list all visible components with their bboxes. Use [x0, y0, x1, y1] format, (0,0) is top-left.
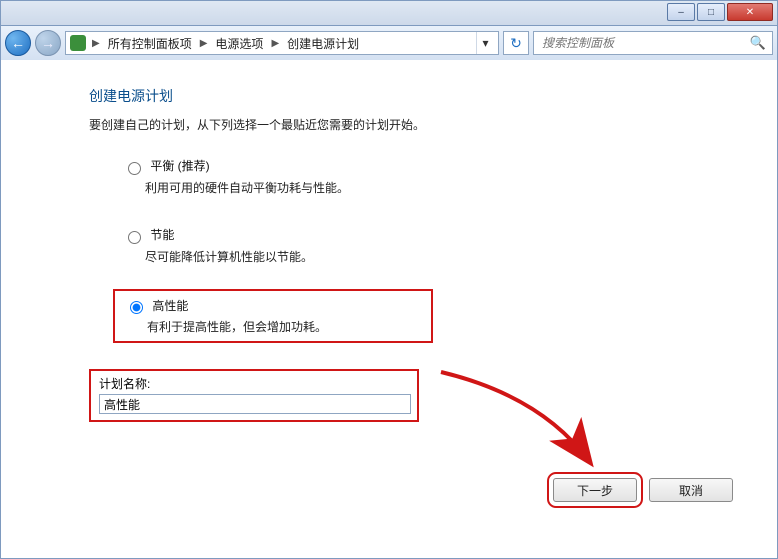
breadcrumb-sep: ▶ [198, 38, 210, 49]
content-area: 创建电源计划 要创建自己的计划，从下列选择一个最贴近您需要的计划开始。 平衡 (… [0, 60, 778, 559]
plan-saver-radio[interactable] [128, 231, 141, 244]
plan-high-desc: 有利于提高性能，但会增加功耗。 [147, 318, 421, 335]
plan-balanced-name: 平衡 (推荐) [150, 159, 209, 173]
breadcrumb-create-plan[interactable]: 创建电源计划 [285, 35, 361, 52]
plan-options-group: 平衡 (推荐) 利用可用的硬件自动平衡功耗与性能。 节能 尽可能降低计算机性能以… [113, 151, 739, 343]
page-instruction: 要创建自己的计划，从下列选择一个最贴近您需要的计划开始。 [89, 116, 739, 133]
breadcrumb-all-items[interactable]: 所有控制面板项 [106, 35, 194, 52]
window-close-button[interactable]: ✕ [727, 3, 773, 21]
plan-balanced-radio[interactable] [128, 162, 141, 175]
power-options-icon [70, 35, 86, 51]
plan-high-name: 高性能 [152, 299, 188, 313]
nav-back-button[interactable]: ← [5, 30, 31, 56]
annotation-arrow [431, 366, 611, 486]
plan-high-radio[interactable] [130, 301, 143, 314]
breadcrumb-sep: ▶ [90, 38, 102, 49]
refresh-button[interactable]: ↻ [503, 31, 529, 55]
plan-saver-desc: 尽可能降低计算机性能以节能。 [145, 248, 729, 265]
arrow-left-icon: ← [11, 35, 25, 51]
plan-saver-label[interactable]: 节能 [123, 228, 174, 242]
window-maximize-button[interactable]: □ [697, 3, 725, 21]
plan-saver-name: 节能 [150, 228, 174, 242]
plan-name-block: 计划名称: [89, 369, 419, 422]
refresh-icon: ↻ [510, 35, 522, 52]
plan-balanced-label[interactable]: 平衡 (推荐) [123, 159, 210, 173]
address-dropdown-button[interactable]: ▾ [476, 32, 494, 54]
window-minimize-button[interactable]: – [667, 3, 695, 21]
plan-option-high-performance[interactable]: 高性能 有利于提高性能，但会增加功耗。 [113, 289, 433, 344]
plan-name-label: 计划名称: [91, 371, 417, 394]
close-icon: ✕ [746, 7, 754, 18]
breadcrumb-power-options[interactable]: 电源选项 [213, 35, 265, 52]
page-title: 创建电源计划 [89, 86, 739, 106]
search-box[interactable]: 🔍 [533, 31, 773, 55]
next-button[interactable]: 下一步 [553, 478, 637, 502]
plan-option-saver[interactable]: 节能 尽可能降低计算机性能以节能。 [113, 220, 739, 271]
plan-name-input[interactable] [99, 394, 411, 414]
footer-buttons: 下一步 取消 [553, 478, 733, 502]
minimize-icon: – [678, 7, 684, 18]
plan-option-balanced[interactable]: 平衡 (推荐) 利用可用的硬件自动平衡功耗与性能。 [113, 151, 739, 202]
navigation-bar: ← → ▶ 所有控制面板项 ▶ 电源选项 ▶ 创建电源计划 ▾ ↻ 🔍 [0, 26, 778, 60]
window-titlebar: – □ ✕ [0, 0, 778, 26]
maximize-icon: □ [708, 7, 714, 18]
plan-balanced-desc: 利用可用的硬件自动平衡功耗与性能。 [145, 179, 729, 196]
nav-forward-button[interactable]: → [35, 30, 61, 56]
arrow-right-icon: → [41, 35, 55, 51]
address-bar[interactable]: ▶ 所有控制面板项 ▶ 电源选项 ▶ 创建电源计划 ▾ [65, 31, 499, 55]
chevron-down-icon: ▾ [482, 36, 488, 50]
breadcrumb-sep: ▶ [269, 38, 281, 49]
search-input[interactable] [540, 35, 750, 51]
search-icon: 🔍 [750, 35, 766, 51]
cancel-button[interactable]: 取消 [649, 478, 733, 502]
plan-high-label[interactable]: 高性能 [125, 299, 188, 313]
